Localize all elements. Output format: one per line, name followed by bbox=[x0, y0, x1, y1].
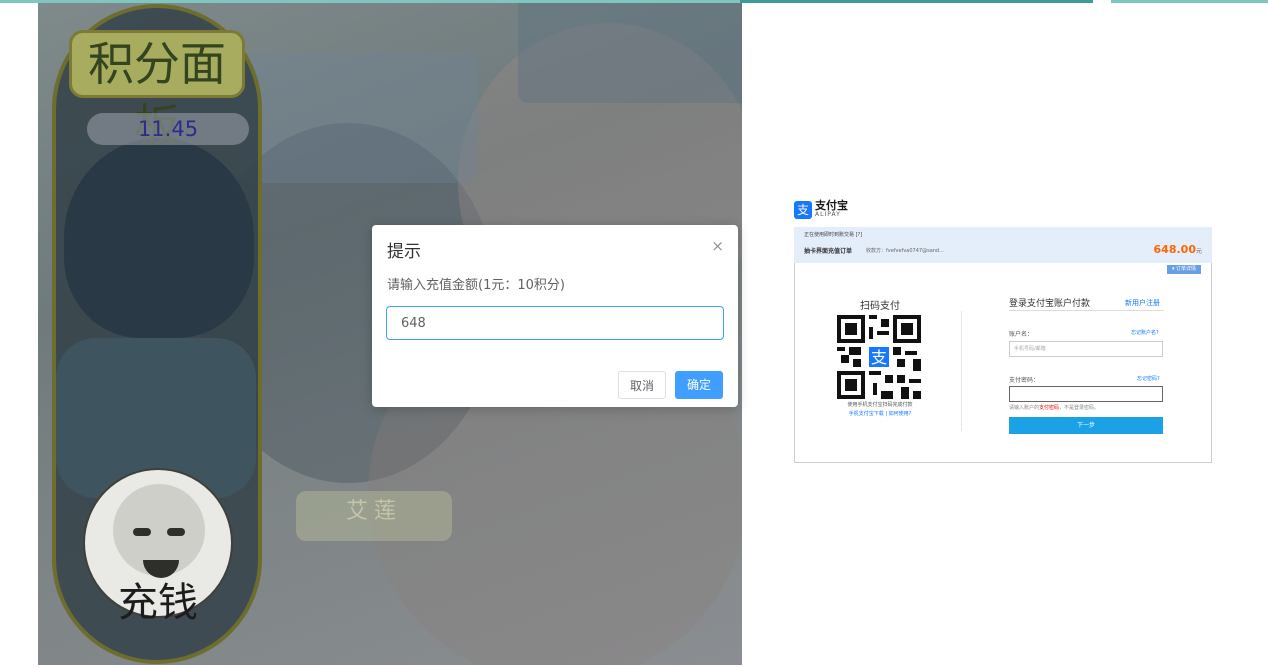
account-login-title: 登录支付宝账户付款 bbox=[1009, 299, 1091, 309]
scan-help-links[interactable]: 手机支付宝下载 | 如何使用? bbox=[815, 410, 945, 417]
password-input[interactable] bbox=[1009, 386, 1163, 402]
background-character-name: 艾莲 bbox=[346, 499, 403, 524]
password-warning-highlight: 支付密码 bbox=[1039, 405, 1060, 411]
order-amount-value: 648.00 bbox=[1153, 243, 1196, 256]
forgot-account-link[interactable]: 忘记账户名? bbox=[1131, 329, 1159, 336]
order-seller: 收款方：fvefvefva0747@sand... bbox=[866, 248, 944, 254]
eye-icon bbox=[133, 528, 151, 536]
order-amount: 648.00元 bbox=[1154, 243, 1202, 256]
background-art bbox=[518, 3, 742, 103]
next-step-button[interactable]: 下一步 bbox=[1009, 417, 1163, 434]
order-name: 抽卡界面充值订单 bbox=[804, 248, 853, 255]
order-trade-type: 正在使用即时到账交易 [?] bbox=[804, 232, 863, 238]
divider bbox=[961, 311, 962, 431]
account-input[interactable]: 手机号码/邮箱 bbox=[1009, 341, 1163, 357]
charge-button-label[interactable]: 充钱 bbox=[83, 570, 233, 628]
qr-code-icon: 支 bbox=[837, 315, 921, 399]
dialog-title: 提示 bbox=[387, 242, 421, 262]
svg-text:支: 支 bbox=[871, 348, 887, 367]
payment-body: ▾ 订单详情 扫码支付 支 使用手机支付宝扫码完成付款 手机支付宝下载 | 如何… bbox=[794, 263, 1212, 463]
alipay-payment-page: 支 支付宝 ALIPAY 正在使用即时到账交易 [?] 抽卡界面充值订单 收款方… bbox=[794, 198, 1212, 464]
meme-face-icon bbox=[113, 484, 205, 578]
password-warning-suffix: ，不是登录密码。 bbox=[1059, 405, 1100, 411]
scan-pay-title: 扫码支付 bbox=[860, 301, 900, 312]
password-warning-prefix: 请输入账户的 bbox=[1009, 405, 1040, 411]
recharge-dialog: 提示 × 请输入充值金额(1元：10积分) 取消 确定 bbox=[372, 225, 738, 407]
confirm-button[interactable]: 确定 bbox=[675, 371, 723, 399]
forgot-password-link[interactable]: 忘记密码? bbox=[1137, 375, 1160, 382]
amount-input[interactable] bbox=[386, 306, 724, 340]
alipay-brand-sub: ALIPAY bbox=[815, 211, 841, 218]
divider bbox=[1009, 310, 1164, 311]
order-summary: 正在使用即时到账交易 [?] 抽卡界面充值订单 收款方：fvefvefva074… bbox=[794, 227, 1212, 264]
account-label: 账户名： bbox=[1009, 331, 1034, 338]
register-link[interactable]: 新用户注册 bbox=[1125, 298, 1160, 308]
background-art bbox=[238, 53, 478, 183]
alipay-logo-icon: 支 bbox=[794, 201, 812, 219]
score-panel-title: 积分面板 bbox=[69, 30, 245, 153]
top-accent-gap bbox=[1093, 0, 1111, 3]
top-accent-dark bbox=[740, 0, 1095, 3]
alipay-brand: 支付宝 bbox=[815, 199, 848, 212]
order-detail-button[interactable]: ▾ 订单详情 bbox=[1167, 265, 1201, 274]
scan-hint: 使用手机支付宝扫码完成付款 bbox=[847, 402, 913, 408]
dialog-message: 请输入充值金额(1元：10积分) bbox=[387, 278, 565, 293]
password-label: 支付密码： bbox=[1009, 377, 1040, 384]
order-amount-unit: 元 bbox=[1195, 248, 1202, 255]
eye-icon bbox=[167, 528, 185, 536]
score-value: 11.45 bbox=[87, 113, 249, 145]
password-warning: 请输入账户的支付密码，不是登录密码。 bbox=[1009, 404, 1099, 411]
close-icon[interactable]: × bbox=[711, 237, 724, 255]
character-art bbox=[64, 138, 254, 338]
cancel-button[interactable]: 取消 bbox=[618, 371, 666, 399]
